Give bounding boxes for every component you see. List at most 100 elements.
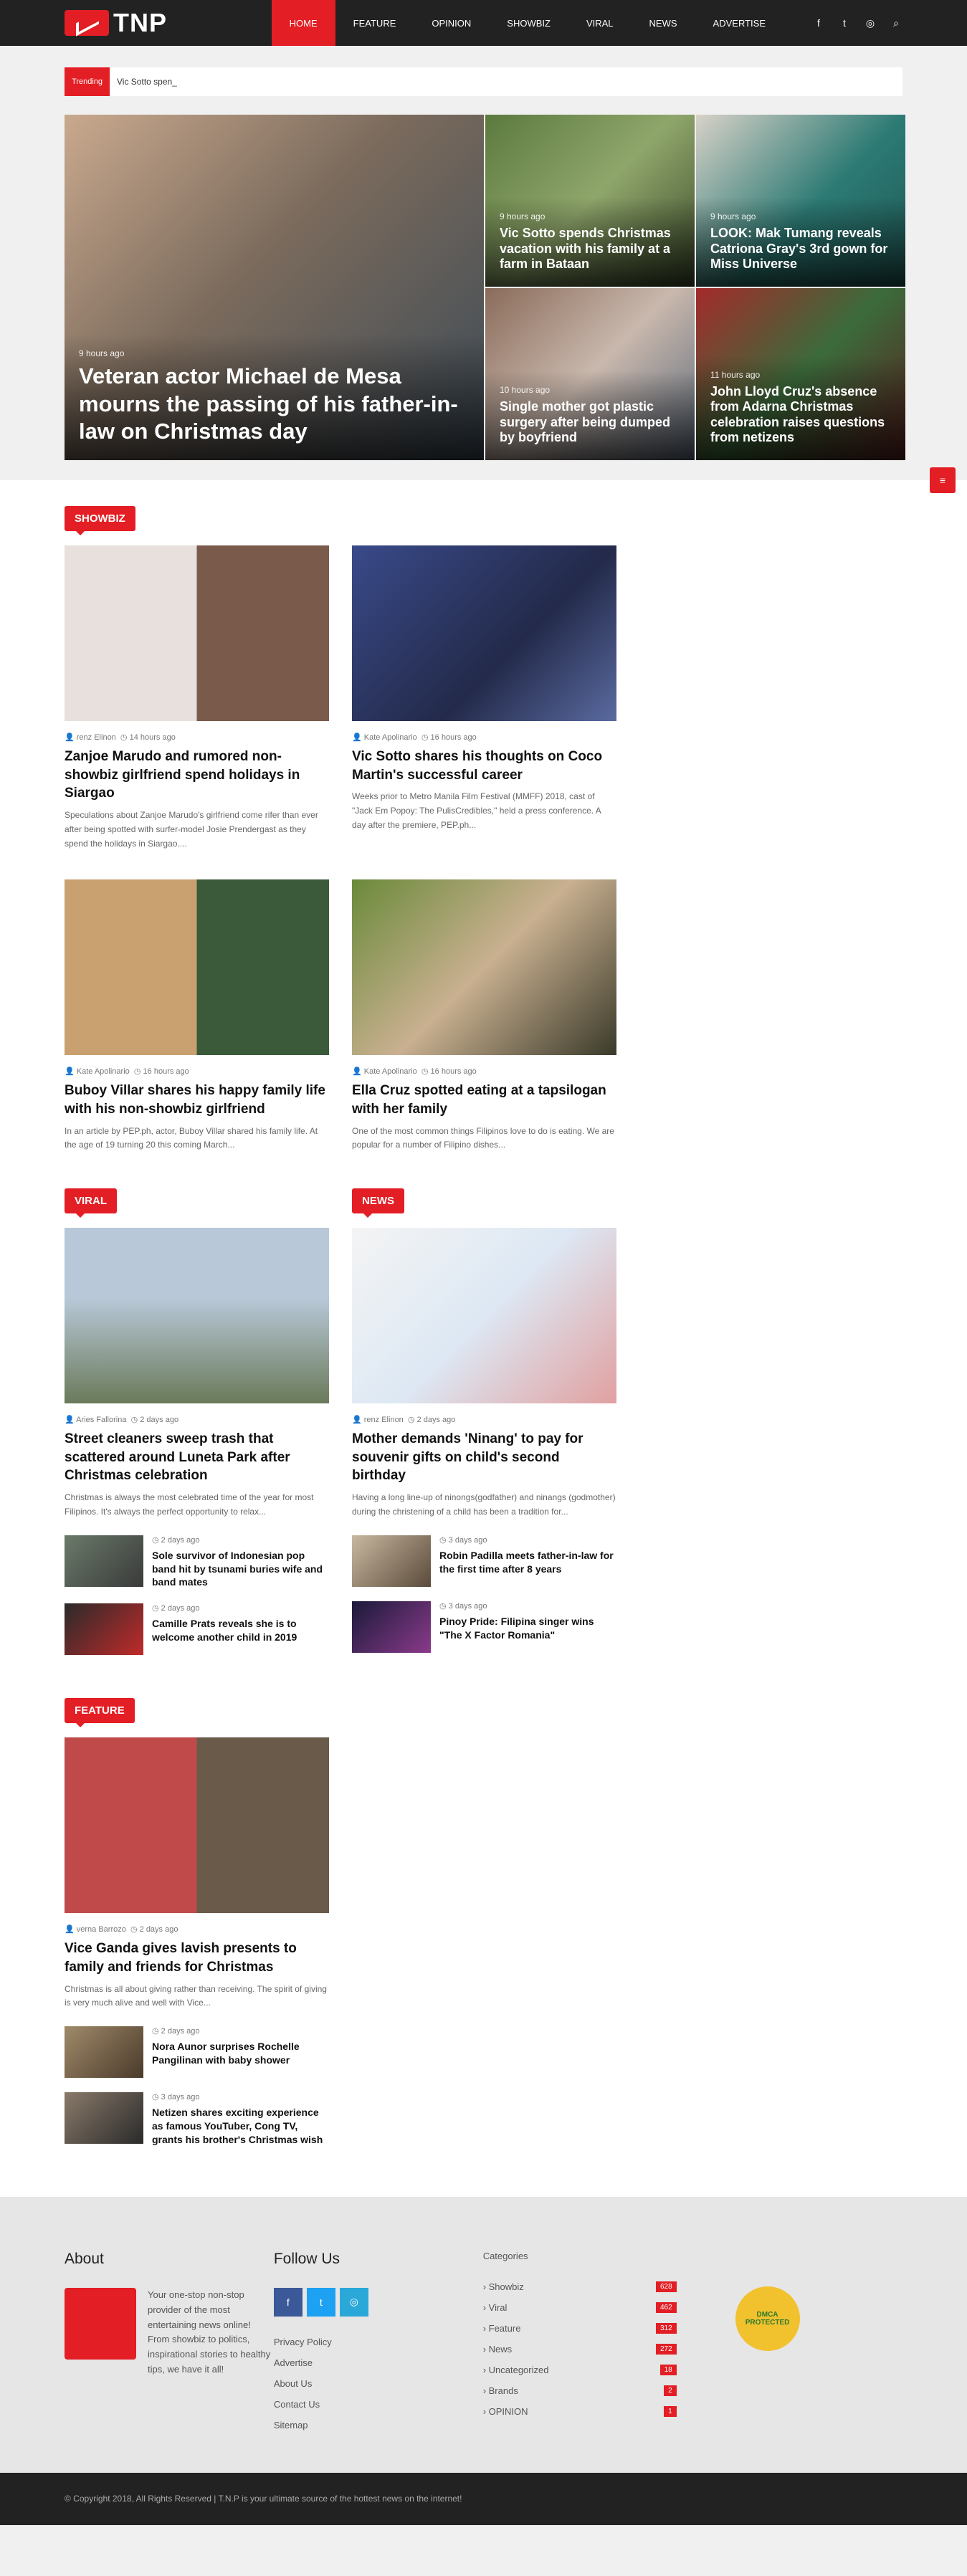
article-card[interactable]: 👤 Kate Apolinario ◷ 16 hours ago Vic Sot…: [352, 545, 616, 851]
hero-title[interactable]: Vic Sotto spends Christmas vacation with…: [500, 226, 680, 272]
article-image[interactable]: [352, 1228, 616, 1404]
thumbnail-image[interactable]: [65, 1535, 143, 1587]
thumbnail-image[interactable]: [352, 1601, 431, 1653]
article-title[interactable]: Vice Ganda gives lavish presents to fami…: [65, 1940, 329, 1976]
article-image[interactable]: [65, 879, 329, 1056]
category-item[interactable]: › Brands 2: [483, 2385, 677, 2396]
hero-title[interactable]: John Lloyd Cruz's absence from Adarna Ch…: [710, 384, 891, 446]
footer-link-sitemap[interactable]: Sitemap: [274, 2420, 483, 2430]
list-item[interactable]: ◷ 2 days ago Camille Prats reveals she is…: [65, 1603, 329, 1656]
search-icon[interactable]: ⌕: [890, 17, 902, 29]
list-item[interactable]: ◷ 2 days ago Nora Aunor surprises Rochell…: [65, 2026, 329, 2079]
category-item[interactable]: › OPINION 1: [483, 2405, 677, 2417]
item-title[interactable]: Sole survivor of Indonesian pop band hit…: [152, 1549, 329, 1590]
article-image[interactable]: [65, 1228, 329, 1404]
item-time: ◷ 2 days ago: [152, 2027, 200, 2036]
thumbnail-image[interactable]: [65, 2026, 143, 2079]
trending-text[interactable]: Vic Sotto spen_: [117, 77, 177, 87]
menu-item-news[interactable]: NEWS: [632, 0, 695, 46]
article-title[interactable]: Street cleaners sweep trash that scatter…: [65, 1430, 329, 1485]
footer: About Your one-stop non-stop provider of…: [0, 2196, 967, 2473]
article-card[interactable]: 👤 Kate Apolinario ◷ 16 hours ago Buboy V…: [65, 879, 329, 1153]
hero-title[interactable]: Veteran actor Michael de Mesa mourns the…: [79, 363, 470, 446]
hero-article[interactable]: 9 hours ago LOOK: Mak Tumang reveals Catr…: [696, 115, 905, 287]
article-card[interactable]: 👤 verna Barrozo ◷ 2 days ago Vice Ganda …: [65, 1737, 329, 2010]
list-item[interactable]: ◷ 3 days ago Netizen shares exciting expe…: [65, 2092, 329, 2147]
item-title[interactable]: Netizen shares exciting experience as fa…: [152, 2106, 329, 2147]
category-item[interactable]: › News 272: [483, 2343, 677, 2355]
instagram-icon[interactable]: ◎: [864, 17, 877, 29]
article-title[interactable]: Ella Cruz spotted eating at a tapsilogan…: [352, 1082, 616, 1118]
hero-time: 9 hours ago: [79, 348, 125, 358]
article-image[interactable]: [352, 545, 616, 721]
hero-time: 9 hours ago: [500, 211, 546, 222]
twitter-icon[interactable]: t: [838, 17, 851, 29]
footer-link-privacy[interactable]: Privacy Policy: [274, 2337, 483, 2347]
site-logo[interactable]: TNP: [65, 8, 272, 38]
menu-item-advertise[interactable]: ADVERTISE: [695, 0, 783, 46]
instagram-icon[interactable]: ◎: [339, 2287, 368, 2317]
menu-item-home[interactable]: HOME: [271, 0, 335, 46]
article-card[interactable]: 👤 Aries Fallorina ◷ 2 days ago Street cl…: [65, 1228, 329, 1520]
menu-item-opinion[interactable]: OPINION: [414, 0, 489, 46]
category-item[interactable]: › Feature 312: [483, 2322, 677, 2334]
footer-link-about[interactable]: About Us: [274, 2378, 483, 2389]
footer-link-contact[interactable]: Contact Us: [274, 2399, 483, 2410]
footer-follow-title: Follow Us: [273, 2250, 340, 2267]
top-navbar: TNP HOME FEATURE OPINION SHOWBIZ VIRAL N…: [0, 0, 967, 46]
list-item[interactable]: ◷ 3 days ago Robin Padilla meets father-i…: [352, 1535, 616, 1587]
category-item[interactable]: › Showbiz 628: [483, 2281, 677, 2292]
article-title[interactable]: Vic Sotto shares his thoughts on Coco Ma…: [352, 748, 616, 784]
article-image[interactable]: [65, 545, 329, 721]
twitter-icon[interactable]: t: [306, 2287, 335, 2317]
article-title[interactable]: Buboy Villar shares his happy family lif…: [65, 1082, 329, 1118]
hero-title[interactable]: LOOK: Mak Tumang reveals Catriona Gray's…: [710, 226, 891, 272]
hero-title[interactable]: Single mother got plastic surgery after …: [500, 399, 680, 446]
facebook-icon[interactable]: f: [273, 2287, 303, 2317]
article-image[interactable]: [65, 1737, 329, 1914]
article-image[interactable]: [352, 879, 616, 1056]
section-label-showbiz[interactable]: SHOWBIZ: [65, 506, 135, 535]
list-item[interactable]: ◷ 3 days ago Pinoy Pride: Filipina singer…: [352, 1601, 616, 1653]
menu-item-viral[interactable]: VIRAL: [568, 0, 632, 46]
logo-text: TNP: [113, 8, 167, 37]
item-title[interactable]: Pinoy Pride: Filipina singer wins "The X…: [439, 1615, 616, 1642]
hero-article[interactable]: 10 hours ago Single mother got plastic su…: [485, 288, 695, 460]
item-title[interactable]: Camille Prats reveals she is to welcome …: [152, 1617, 329, 1644]
list-item[interactable]: ◷ 2 days ago Sole survivor of Indonesian …: [65, 1535, 329, 1590]
article-card[interactable]: 👤 Kate Apolinario ◷ 16 hours ago Ella Cr…: [352, 879, 616, 1153]
article-card[interactable]: 👤 renz Elinon ◷ 14 hours ago Zanjoe Maru…: [65, 545, 329, 851]
item-time: ◷ 3 days ago: [439, 1601, 487, 1611]
side-menu-toggle-icon[interactable]: ≡: [930, 467, 956, 493]
article-title[interactable]: Zanjoe Marudo and rumored non-showbiz gi…: [65, 748, 329, 803]
facebook-icon[interactable]: f: [812, 17, 825, 29]
section-label-feature[interactable]: FEATURE: [65, 1698, 135, 1728]
thumbnail-image[interactable]: [65, 2092, 143, 2145]
viral-section: VIRAL 👤 Aries Fallorina ◷ 2 days ago Str…: [65, 1188, 329, 1669]
section-label-viral[interactable]: VIRAL: [65, 1188, 117, 1218]
thumbnail-image[interactable]: [65, 1603, 143, 1656]
footer-about-text: Your one-stop non-stop provider of the m…: [148, 2289, 271, 2375]
item-title[interactable]: Nora Aunor surprises Rochelle Pangilinan…: [152, 2040, 329, 2067]
news-section: NEWS 👤 renz Elinon ◷ 2 days ago Mother d…: [352, 1188, 616, 1669]
article-excerpt: Christmas is always the most celebrated …: [65, 1492, 314, 1517]
category-item[interactable]: › Viral 462: [483, 2301, 677, 2313]
hero-main-article[interactable]: 9 hours ago Veteran actor Michael de Mesa…: [65, 115, 484, 460]
news-small-list: ◷ 3 days ago Robin Padilla meets father-i…: [352, 1535, 616, 1653]
menu-item-feature[interactable]: FEATURE: [335, 0, 414, 46]
dmca-badge-icon[interactable]: DMCA PROTECTED: [735, 2286, 800, 2351]
trending-label: Trending: [65, 67, 110, 96]
item-title[interactable]: Robin Padilla meets father-in-law for th…: [439, 1549, 616, 1576]
article-meta: 👤 renz Elinon ◷ 14 hours ago: [65, 733, 176, 742]
footer-link-advertise[interactable]: Advertise: [274, 2357, 483, 2368]
article-card[interactable]: 👤 renz Elinon ◷ 2 days ago Mother demand…: [352, 1228, 616, 1520]
thumbnail-image[interactable]: [352, 1535, 431, 1587]
article-title[interactable]: Mother demands 'Ninang' to pay for souve…: [352, 1430, 616, 1485]
section-label-news[interactable]: NEWS: [352, 1188, 404, 1218]
category-item[interactable]: › Uncategorized 18: [483, 2364, 677, 2375]
item-time: ◷ 2 days ago: [152, 1604, 200, 1613]
hero-article[interactable]: 9 hours ago Vic Sotto spends Christmas va…: [485, 115, 695, 287]
hero-article[interactable]: 11 hours ago John Lloyd Cruz's absence fr…: [696, 288, 905, 460]
menu-item-showbiz[interactable]: SHOWBIZ: [489, 0, 568, 46]
footer-about: About Your one-stop non-stop provider of…: [65, 2251, 274, 2441]
